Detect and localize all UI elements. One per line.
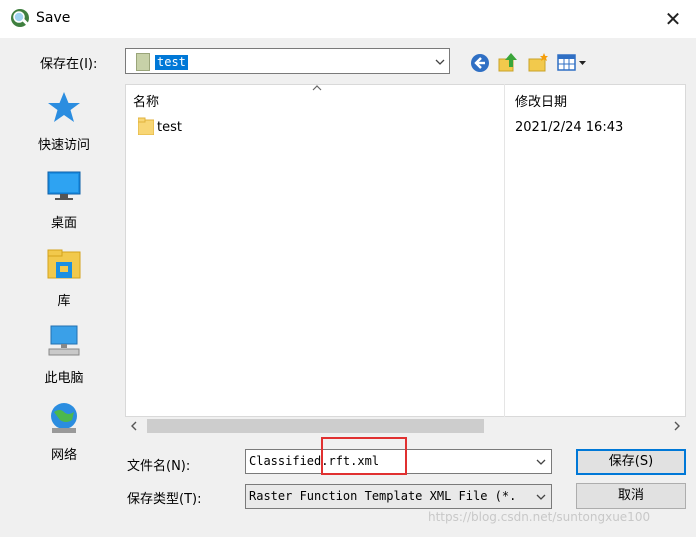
place-label: 桌面 <box>50 216 77 231</box>
star-icon <box>48 92 80 122</box>
scrollbar-thumb[interactable] <box>147 419 484 433</box>
place-this-pc[interactable]: 此电脑 <box>8 323 120 386</box>
cancel-button[interactable]: 取消 <box>576 483 686 509</box>
chevron-down-icon[interactable] <box>434 56 446 68</box>
column-header-modified[interactable]: 修改日期 <box>515 91 567 110</box>
chevron-right-icon[interactable] <box>671 420 683 432</box>
filetype-label: 保存类型(T): <box>127 492 202 507</box>
save-in-value: test <box>155 55 188 70</box>
filename-label: 文件名(N): <box>127 459 191 474</box>
network-icon <box>51 403 77 433</box>
new-folder-icon[interactable] <box>527 51 549 73</box>
place-label: 网络 <box>50 448 77 463</box>
save-in-label: 保存在(I): <box>40 57 98 72</box>
watermark: https://blog.csdn.net/suntongxue100 <box>428 510 651 524</box>
place-libraries[interactable]: 库 <box>8 246 120 309</box>
folder-icon <box>136 53 150 71</box>
filetype-value: Raster Function Template XML File (*. <box>249 489 517 503</box>
places-bar: 快速访问 桌面 库 此电脑 网络 <box>8 78 120 502</box>
back-icon[interactable] <box>469 52 491 74</box>
place-label: 快速访问 <box>37 138 90 153</box>
library-icon <box>47 249 81 279</box>
app-icon <box>11 9 29 27</box>
place-label: 此电脑 <box>44 371 84 386</box>
highlight-annotation <box>321 437 407 475</box>
place-desktop[interactable]: 桌面 <box>8 168 120 231</box>
view-menu-icon[interactable] <box>556 52 588 74</box>
folder-icon <box>138 117 154 135</box>
save-button[interactable]: 保存(S) <box>576 449 686 475</box>
close-icon[interactable]: ✕ <box>660 6 686 32</box>
file-name: test <box>157 120 182 135</box>
up-folder-icon[interactable] <box>497 51 519 73</box>
chevron-down-icon[interactable] <box>535 456 547 468</box>
file-modified: 2021/2/24 16:43 <box>515 120 624 135</box>
list-item[interactable] <box>130 114 505 138</box>
chevron-down-icon[interactable] <box>535 491 547 503</box>
title-bar <box>0 0 696 38</box>
sort-ascending-icon <box>312 85 322 91</box>
place-label: 库 <box>57 294 71 309</box>
chevron-left-icon[interactable] <box>128 420 140 432</box>
place-quick-access[interactable]: 快速访问 <box>8 90 120 153</box>
desktop-icon <box>47 171 81 200</box>
computer-icon <box>48 325 80 356</box>
window-title: Save <box>36 10 71 26</box>
column-header-name[interactable]: 名称 <box>133 91 159 110</box>
place-network[interactable]: 网络 <box>8 400 120 463</box>
